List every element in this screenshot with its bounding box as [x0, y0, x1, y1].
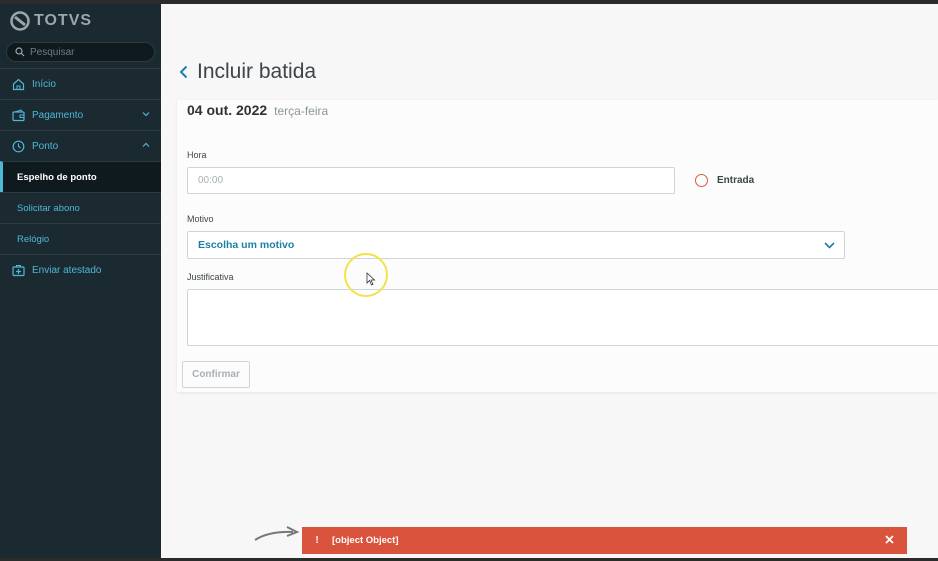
main-content: Incluir batida 04 out. 2022 terça-feira … — [161, 4, 938, 558]
page-title: Incluir batida — [197, 60, 317, 83]
sidebar-subitem-label: Solicitar abono — [17, 202, 80, 214]
justificativa-label: Justificativa — [187, 272, 234, 282]
search-icon — [15, 47, 25, 57]
logo-text: TOTVS — [34, 12, 93, 29]
wallet-icon — [11, 108, 25, 122]
sidebar-subitem-relogio[interactable]: Relógio — [0, 223, 161, 254]
form-card: 04 out. 2022 terça-feira Hora 00:00 Entr… — [177, 100, 938, 392]
hora-placeholder: 00:00 — [198, 175, 224, 186]
totvs-logo-icon — [10, 11, 30, 31]
app-frame: TOTVS Pesquisar Início Pagamento Ponto E… — [0, 4, 938, 558]
confirm-button[interactable]: Confirmar — [182, 361, 250, 388]
hora-label: Hora — [187, 150, 207, 160]
motivo-label: Motivo — [187, 214, 214, 224]
justificativa-textarea[interactable] — [187, 289, 938, 346]
sidebar-item-pagamento[interactable]: Pagamento — [0, 99, 161, 130]
sidebar-item-label: Enviar atestado — [32, 264, 102, 276]
chevron-up-icon — [142, 142, 150, 147]
motivo-select[interactable]: Escolha um motivo — [187, 231, 845, 259]
confirm-button-label: Confirmar — [192, 369, 240, 380]
sidebar-subitem-espelho-de-ponto[interactable]: Espelho de ponto — [0, 161, 161, 192]
sidebar-item-label: Pagamento — [32, 109, 84, 121]
sidebar-item-ponto[interactable]: Ponto — [0, 130, 161, 161]
home-icon — [11, 77, 25, 91]
date-line: 04 out. 2022 terça-feira — [187, 102, 328, 118]
radio-circle[interactable] — [695, 174, 708, 187]
sidebar-item-label: Ponto — [32, 140, 59, 152]
page-header: Incluir batida — [179, 60, 316, 84]
close-icon[interactable] — [884, 534, 895, 545]
motivo-selected-value: Escolha um motivo — [198, 239, 295, 251]
entrada-radio-option[interactable]: Entrada — [695, 174, 754, 187]
sidebar-subitem-label: Relógio — [17, 233, 50, 245]
arrow-annotation-icon — [254, 526, 300, 541]
sidebar-subitem-label: Espelho de ponto — [17, 171, 97, 183]
sidebar: TOTVS Pesquisar Início Pagamento Ponto E… — [0, 4, 161, 558]
warning-icon: ! — [315, 535, 319, 546]
toast-message: [object Object] — [332, 535, 399, 546]
date-main: 04 out. 2022 — [187, 102, 268, 118]
sidebar-item-enviar-atestado[interactable]: Enviar atestado — [0, 254, 161, 285]
chevron-down-icon — [142, 112, 150, 117]
sidebar-subitem-solicitar-abono[interactable]: Solicitar abono — [0, 192, 161, 223]
clock-icon — [11, 139, 25, 153]
date-weekday: terça-feira — [274, 104, 329, 118]
sidebar-item-inicio[interactable]: Início — [0, 68, 161, 99]
back-chevron-icon[interactable] — [179, 65, 189, 79]
sidebar-item-label: Início — [32, 78, 56, 90]
chevron-down-icon — [824, 242, 835, 249]
error-toast: ! [object Object] — [302, 527, 907, 554]
entrada-radio-label: Entrada — [717, 175, 755, 186]
mouse-cursor-icon — [366, 272, 376, 286]
search-input[interactable]: Pesquisar — [6, 42, 155, 62]
medical-icon — [11, 263, 25, 277]
logo: TOTVS — [0, 4, 161, 38]
search-placeholder: Pesquisar — [30, 46, 75, 58]
hora-input[interactable]: 00:00 — [187, 167, 675, 194]
